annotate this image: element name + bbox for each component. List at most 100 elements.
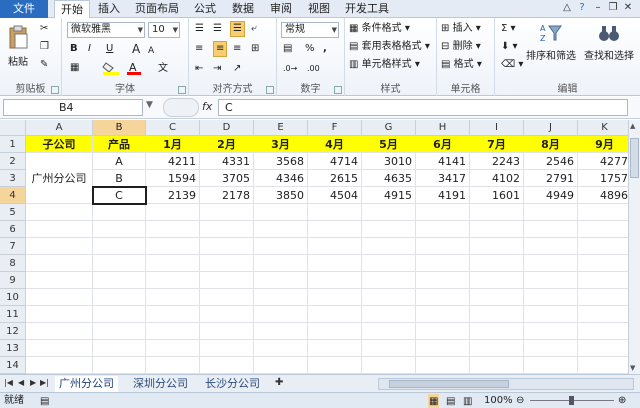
first-sheet-icon[interactable]: |◀ — [4, 378, 13, 387]
grid-cell[interactable] — [578, 323, 628, 340]
accounting-format-icon[interactable]: ▤ — [283, 42, 292, 56]
row-header-2[interactable]: 2 — [0, 153, 26, 170]
grid-cell[interactable] — [200, 204, 254, 221]
grid-cell[interactable] — [146, 306, 200, 323]
grid-cell[interactable] — [362, 306, 416, 323]
grid-cell[interactable] — [470, 306, 524, 323]
format-cells-button[interactable]: ▤ 格式 ▾ — [441, 58, 482, 72]
grid-cell[interactable] — [308, 323, 362, 340]
chevron-down-icon[interactable]: ▼ — [146, 100, 153, 110]
grid-cell[interactable] — [26, 289, 93, 306]
grid-cell[interactable] — [524, 238, 578, 255]
shrink-font-button[interactable]: A — [148, 44, 154, 58]
grid-cell[interactable] — [470, 357, 524, 374]
column-header-f[interactable]: F — [308, 120, 362, 136]
grid-cell[interactable] — [578, 221, 628, 238]
tab-formulas[interactable]: 公式 — [190, 0, 220, 18]
fill-icon[interactable]: ⬇ ▾ — [501, 40, 518, 54]
grid-cell[interactable] — [416, 238, 470, 255]
grid-cell[interactable] — [200, 221, 254, 238]
phonetic-button[interactable]: 文 — [158, 62, 168, 76]
sort-filter-button[interactable]: AZ 排序和筛选 — [523, 22, 579, 62]
find-select-button[interactable]: 查找和选择 — [581, 22, 637, 62]
grid-cell[interactable] — [254, 357, 308, 374]
column-header-e[interactable]: E — [254, 120, 308, 136]
header-cell-k[interactable]: 9月 — [578, 136, 628, 153]
row-header-12[interactable]: 12 — [0, 323, 26, 340]
decrease-indent-icon[interactable]: ⇤ — [195, 62, 203, 76]
underline-button[interactable]: U — [106, 42, 113, 56]
grid-cell[interactable] — [308, 357, 362, 374]
grid-cell[interactable] — [146, 255, 200, 272]
row-header-6[interactable]: 6 — [0, 221, 26, 238]
grid-cell[interactable] — [362, 238, 416, 255]
page-break-view-icon[interactable]: ▥ — [463, 394, 472, 408]
column-header-a[interactable]: A — [26, 120, 93, 136]
grid-cell[interactable] — [362, 255, 416, 272]
grid-cell[interactable] — [146, 204, 200, 221]
minimize-ribbon-icon[interactable]: △ — [561, 2, 573, 14]
grid-cell[interactable] — [26, 306, 93, 323]
row-header-5[interactable]: 5 — [0, 204, 26, 221]
value-cell[interactable]: 3417 — [416, 170, 470, 187]
formula-input[interactable]: C — [218, 99, 628, 116]
scroll-up-icon[interactable]: ▲ — [630, 122, 635, 130]
restore-window-icon[interactable]: ❐ — [607, 2, 619, 14]
tab-data[interactable]: 数据 — [228, 0, 258, 18]
grid-cell[interactable] — [308, 272, 362, 289]
header-cell-a[interactable]: 子公司 — [26, 136, 93, 153]
alignment-launcher-icon[interactable] — [266, 86, 274, 94]
grid-cell[interactable] — [524, 323, 578, 340]
italic-button[interactable]: I — [88, 42, 91, 56]
zoom-level[interactable]: 100% — [484, 393, 513, 408]
value-cell[interactable]: 1594 — [146, 170, 200, 187]
grid-cell[interactable] — [470, 340, 524, 357]
prev-sheet-icon[interactable]: ◀ — [18, 378, 24, 387]
row-header-10[interactable]: 10 — [0, 289, 26, 306]
grid-cell[interactable] — [578, 340, 628, 357]
autosum-icon[interactable]: Σ ▾ — [501, 22, 516, 36]
grid-cell[interactable] — [578, 306, 628, 323]
value-cell[interactable]: 1757 — [578, 170, 628, 187]
grid-cell[interactable] — [93, 323, 146, 340]
header-cell-f[interactable]: 4月 — [308, 136, 362, 153]
grid-cell[interactable] — [362, 340, 416, 357]
insert-cells-button[interactable]: ⊞ 插入 ▾ — [441, 22, 481, 36]
grid-cell[interactable] — [470, 221, 524, 238]
tab-review[interactable]: 审阅 — [266, 0, 296, 18]
header-cell-j[interactable]: 8月 — [524, 136, 578, 153]
grid-cell[interactable] — [254, 340, 308, 357]
value-cell[interactable]: 2243 — [470, 153, 524, 170]
comma-style-button[interactable]: , — [323, 42, 327, 56]
grid-cell[interactable] — [200, 255, 254, 272]
insert-function-button[interactable]: fx — [202, 100, 212, 113]
value-cell[interactable]: 4714 — [308, 153, 362, 170]
grid-cell[interactable] — [254, 289, 308, 306]
new-sheet-icon[interactable]: ✚ — [275, 377, 283, 388]
borders-icon[interactable]: ▦ — [70, 61, 79, 75]
value-cell[interactable]: 4211 — [146, 153, 200, 170]
decrease-decimal-icon[interactable]: .00 — [307, 62, 320, 76]
header-cell-b[interactable]: 产品 — [93, 136, 146, 153]
grid-cell[interactable] — [362, 272, 416, 289]
grid-cell[interactable] — [93, 340, 146, 357]
grid-cell[interactable] — [254, 323, 308, 340]
grid-cell[interactable] — [416, 272, 470, 289]
grid-cell[interactable] — [308, 340, 362, 357]
grid-cell[interactable] — [200, 323, 254, 340]
zoom-out-icon[interactable]: ⊖ — [516, 393, 524, 408]
grid-cell[interactable] — [26, 323, 93, 340]
grid-cell[interactable] — [416, 221, 470, 238]
row-header-8[interactable]: 8 — [0, 255, 26, 272]
sheet-tab-guangzhou[interactable]: 广州分公司 — [55, 376, 118, 392]
value-cell[interactable]: 4277 — [578, 153, 628, 170]
value-cell[interactable]: 2615 — [308, 170, 362, 187]
normal-view-icon[interactable]: ▦ — [428, 394, 440, 408]
vertical-scrollbar[interactable]: ▲ ▼ — [628, 120, 640, 374]
close-window-icon[interactable]: ✕ — [622, 2, 634, 14]
grid-cell[interactable] — [146, 289, 200, 306]
grid-cell[interactable] — [524, 255, 578, 272]
active-cell-b4[interactable]: C — [92, 186, 147, 205]
cell-styles-button[interactable]: ▥ 单元格样式 ▾ — [349, 58, 420, 72]
grid-cell[interactable] — [26, 204, 93, 221]
